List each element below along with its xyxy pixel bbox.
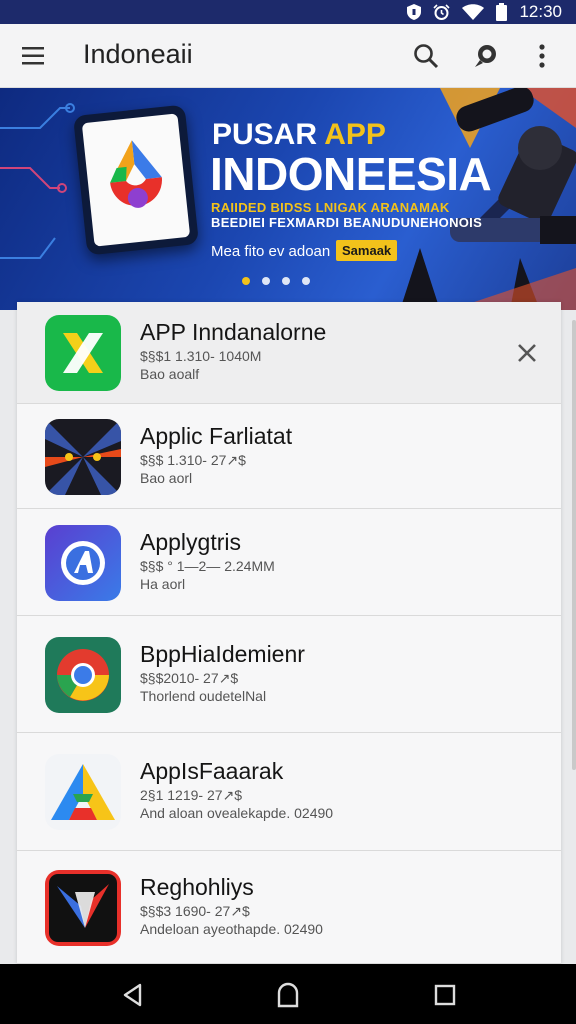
- chat-search-icon[interactable]: [472, 42, 500, 70]
- app-logo-icon: [110, 140, 162, 208]
- warp-tunnel-icon: [45, 419, 121, 495]
- app-list-item[interactable]: APP Inndanalorne $§$1 1.310- 1040M Bao aoa…: [17, 302, 561, 404]
- app-list-item[interactable]: Reghohliys $§$3 1690- 27↗$ Andeloan ayeoth…: [17, 851, 561, 964]
- wifi-icon: [462, 4, 485, 20]
- status-bar: 12:30: [0, 0, 576, 24]
- carousel-dot[interactable]: [262, 277, 270, 285]
- system-nav-bar: [0, 964, 576, 1024]
- banner-cta-button[interactable]: Samaak: [336, 240, 398, 261]
- alarm-icon: [433, 3, 451, 21]
- search-icon[interactable]: [412, 42, 440, 70]
- page-title: Indoneaii: [83, 39, 193, 69]
- app-list-item[interactable]: Applic Farliatat $§$ 1.310- 27↗$ Bao aorl: [17, 404, 561, 509]
- banner-subtitle-line1: RAIIDED BIDSS LNIGAK ARANAMAK: [211, 200, 450, 215]
- app-version-size: $§$2010- 27↗$: [140, 670, 239, 686]
- battery-icon: [496, 3, 508, 21]
- app-bar: Indoneaii: [0, 24, 576, 88]
- chrome-like-icon: [45, 637, 121, 713]
- status-time: 12:30: [519, 2, 562, 21]
- app-list-item[interactable]: BppHiaIdemienr $§$2010- 27↗$ Thorlend oude…: [17, 616, 561, 733]
- app-name: Applygtris: [140, 529, 241, 555]
- carousel-dot[interactable]: [282, 277, 290, 285]
- app-list-item[interactable]: Applygtris $§$ ° 1—2— 2.24MM Ha aorl: [17, 509, 561, 616]
- red-kite-icon: [45, 870, 121, 946]
- banner-title-line2: INDONEESIA: [210, 148, 492, 200]
- app-version-size: $§$ ° 1—2— 2.24MM: [140, 558, 275, 574]
- app-description: Andeloan ayeothapde. 02490: [140, 921, 323, 937]
- carousel-dot[interactable]: [302, 277, 310, 285]
- app-version-size: $§$ 1.310- 27↗$: [140, 452, 246, 468]
- app-name: APP Inndanalorne: [140, 319, 327, 345]
- app-name: AppIsFaaarak: [140, 758, 284, 784]
- app-name: Applic Farliatat: [140, 423, 293, 449]
- carousel-dot[interactable]: [242, 277, 250, 285]
- app-name: Reghohliys: [140, 874, 254, 900]
- app-list: APP Inndanalorne $§$1 1.310- 1040M Bao aoa…: [17, 302, 561, 964]
- menu-icon[interactable]: [20, 44, 48, 68]
- home-icon[interactable]: [275, 982, 301, 1008]
- compass-a-icon: [45, 525, 121, 601]
- app-description: Bao aoalf: [140, 366, 200, 382]
- app-list-item[interactable]: AppIsFaaarak 2§1 1219- 27↗$ And aloan ovea…: [17, 733, 561, 851]
- back-icon[interactable]: [120, 982, 146, 1008]
- app-name: BppHiaIdemienr: [140, 641, 305, 667]
- banner-subtitle-line2: BEEDIEI FEXMARDI BEANUDUNEHONOIS: [211, 215, 483, 230]
- app-version-size: 2§1 1219- 27↗$: [140, 787, 243, 803]
- app-description: Thorlend oudetelNal: [140, 688, 267, 704]
- app-version-size: $§$3 1690- 27↗$: [140, 903, 250, 919]
- banner-cta-text: Mea fito ev adoan: [211, 243, 331, 260]
- triangle-a-icon: [45, 754, 121, 830]
- app-description: And aloan ovealekapde. 02490: [140, 805, 334, 821]
- carousel-indicator: [242, 277, 310, 285]
- shield-icon: [407, 4, 422, 20]
- app-description: Ha aorl: [140, 576, 186, 592]
- promo-banner[interactable]: PUSAR APP INDONEESIA RAIIDED BIDSS LNIGA…: [0, 88, 576, 310]
- app-description: Bao aorl: [140, 470, 193, 486]
- recents-icon[interactable]: [432, 982, 458, 1008]
- tablet-illustration: [72, 104, 200, 256]
- app-version-size: $§$1 1.310- 1040M: [140, 348, 262, 364]
- close-icon[interactable]: [515, 341, 539, 365]
- x-app-icon: [45, 315, 121, 391]
- scrollbar[interactable]: [572, 320, 576, 770]
- more-vert-icon[interactable]: [530, 42, 558, 70]
